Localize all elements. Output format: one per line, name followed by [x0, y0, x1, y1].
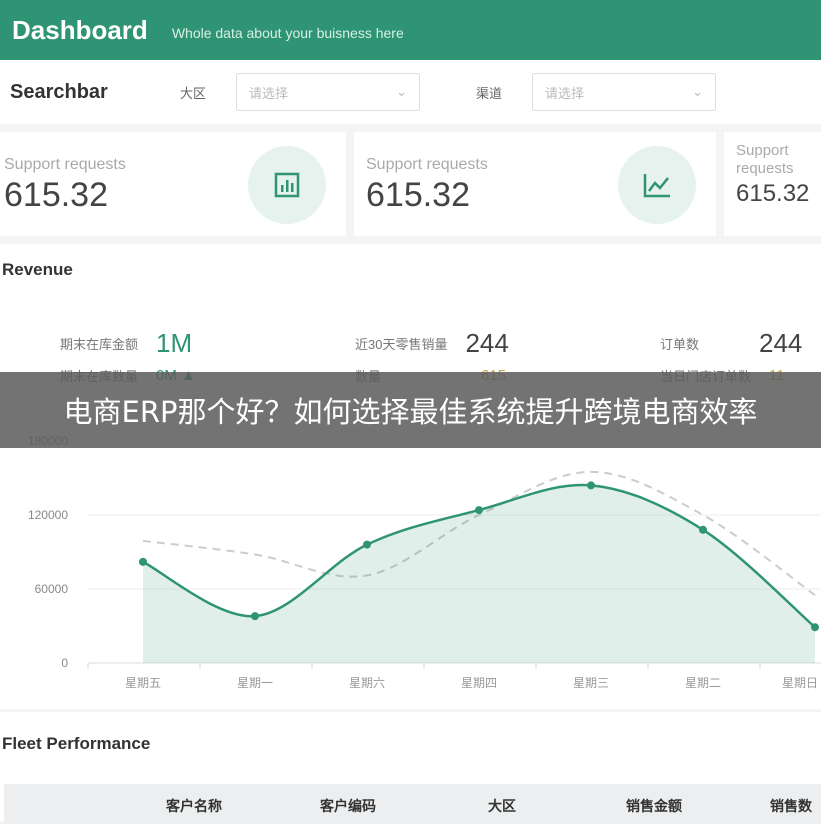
column-header[interactable]: 销售金额: [626, 796, 682, 816]
data-point: [475, 506, 483, 515]
x-tick-label: 星期三: [573, 676, 609, 690]
filter-label-channel: 渠道: [476, 85, 503, 101]
y-tick-label: 0: [61, 656, 68, 670]
column-header[interactable]: 客户名称: [166, 796, 222, 816]
column-header[interactable]: 客户编码: [320, 796, 376, 816]
filter-label-region: 大区: [180, 85, 207, 101]
column-header[interactable]: 大区: [488, 796, 516, 816]
stat-card: Support requests 615.32: [0, 132, 346, 236]
data-point: [251, 612, 259, 621]
line-chart-icon: [618, 146, 696, 224]
kpi: 近30天零售销量 244: [355, 328, 509, 359]
data-point: [139, 557, 147, 566]
kpi-label: 期末在库金额: [60, 337, 139, 352]
overlay-banner: 电商ERP那个好？如何选择最佳系统提升跨境电商效率: [0, 372, 821, 448]
region-placeholder: 请选择: [249, 85, 289, 101]
searchbar: Searchbar 大区 请选择 ⌄ 渠道 请选择 ⌄: [0, 60, 821, 124]
data-point: [363, 540, 371, 549]
column-header[interactable]: 销售数: [770, 796, 812, 816]
table-header: 客户名称 客户编码 大区 销售金额 销售数: [4, 784, 821, 824]
x-tick-label: 星期四: [461, 676, 497, 690]
data-point: [699, 525, 707, 534]
stat-label: Support requests: [736, 142, 794, 177]
kpi-label: 订单数: [660, 337, 700, 352]
data-point: [587, 481, 595, 490]
revenue-chart: 060000120000180000星期五星期一星期六星期四星期三星期二星期日: [28, 434, 821, 690]
chevron-down-icon: ⌄: [396, 84, 407, 99]
header: Dashboard Whole data about your buisness…: [0, 0, 821, 60]
kpi-label: 近30天零售销量: [355, 337, 448, 352]
kpi-value: 244: [759, 328, 803, 358]
fleet-panel: Fleet Performance 客户名称 客户编码 大区 销售金额 销售数: [0, 712, 821, 824]
kpi: 订单数 244: [660, 328, 802, 359]
x-tick-label: 星期二: [685, 676, 721, 690]
chevron-down-icon: ⌄: [692, 84, 703, 99]
x-tick-label: 星期日: [782, 676, 818, 690]
x-tick-label: 星期一: [237, 676, 273, 690]
region-select[interactable]: 请选择 ⌄: [236, 73, 420, 111]
y-tick-label: 60000: [35, 582, 69, 596]
bar-chart-icon: [248, 146, 326, 224]
y-tick-label: 120000: [28, 508, 68, 522]
kpi-value: 244: [465, 328, 509, 358]
channel-select[interactable]: 请选择 ⌄: [532, 73, 716, 111]
data-point: [811, 623, 819, 632]
channel-placeholder: 请选择: [545, 85, 585, 101]
stat-card: Support requests 615.32: [354, 132, 716, 236]
fleet-title: Fleet Performance: [2, 734, 151, 753]
revenue-title: Revenue: [2, 260, 73, 279]
page-subtitle: Whole data about your buisness here: [171, 25, 404, 41]
kpi: 期末在库金额 1M: [60, 328, 192, 359]
x-tick-label: 星期五: [125, 676, 161, 690]
stat-value: 615.32: [736, 180, 810, 207]
page-title: Dashboard: [12, 14, 148, 45]
stat-cards: Support requests 615.32 Support requests…: [0, 124, 821, 236]
searchbar-title: Searchbar: [10, 80, 108, 103]
kpi-value: 1M: [156, 328, 193, 358]
x-tick-label: 星期六: [349, 676, 385, 690]
stat-card: Support requests 615.32: [724, 132, 821, 236]
